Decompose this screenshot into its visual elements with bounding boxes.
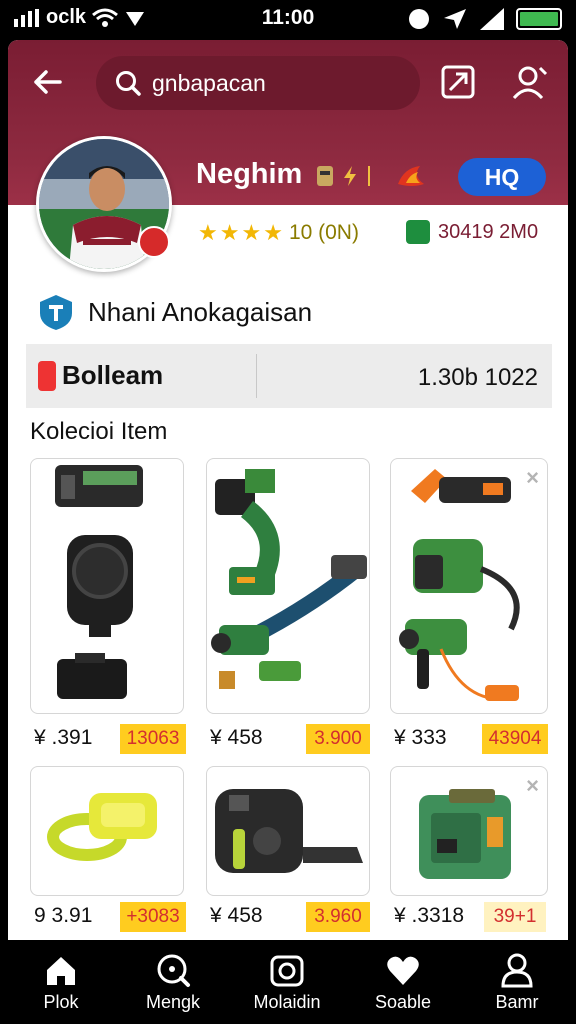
product-card[interactable]: × bbox=[390, 458, 548, 714]
status-bar: oclk 11:00 bbox=[0, 0, 576, 38]
nav-home[interactable]: Plok bbox=[6, 952, 116, 1013]
product-image bbox=[215, 789, 363, 873]
camera-icon bbox=[270, 955, 304, 987]
product-card[interactable] bbox=[30, 458, 184, 714]
shop-name: Nhani Anokagaisan bbox=[88, 296, 313, 327]
nav-favorites[interactable]: Soable bbox=[348, 952, 458, 1013]
rating-row: ★ ★ ★ ★ 10 (0N) bbox=[198, 220, 359, 246]
close-icon[interactable]: × bbox=[526, 773, 539, 799]
nav-label: Plok bbox=[43, 992, 79, 1012]
cell-signal-icon bbox=[480, 8, 504, 30]
nav-camera[interactable]: Molaidin bbox=[232, 952, 342, 1013]
status-right bbox=[408, 7, 562, 31]
bottom-nav: Plok Mengk Molaidin Soable Bamr bbox=[0, 940, 576, 1024]
product-image bbox=[211, 469, 367, 689]
shop-row[interactable]: Nhani Anokagaisan bbox=[38, 293, 312, 331]
search-bar[interactable]: gnbapacan bbox=[96, 56, 420, 110]
nav-label: Molaidin bbox=[253, 992, 321, 1012]
name-icons bbox=[316, 164, 372, 188]
product-price: 9 3.91 bbox=[34, 904, 93, 927]
nav-search[interactable]: Mengk bbox=[118, 952, 228, 1013]
price-tag: 3.900 bbox=[306, 724, 370, 754]
wallet-icon bbox=[317, 166, 333, 186]
circle-icon bbox=[409, 9, 429, 29]
hq-badge[interactable]: HQ bbox=[458, 158, 546, 196]
brand-label: Bolleam bbox=[62, 360, 164, 390]
share-icon[interactable] bbox=[440, 64, 476, 100]
section-title: Kolecioi Item bbox=[30, 418, 168, 445]
product-price: ¥ .3318 bbox=[394, 904, 465, 927]
flame-icon bbox=[398, 166, 424, 186]
person-icon bbox=[501, 953, 533, 988]
search-icon bbox=[157, 954, 190, 987]
star-icon: ★ bbox=[219, 220, 240, 245]
heart-icon bbox=[387, 956, 419, 985]
price-tag: 39+1 bbox=[484, 902, 546, 932]
avatar-badge-icon bbox=[138, 226, 170, 258]
divider bbox=[256, 354, 257, 398]
product-card[interactable]: × bbox=[390, 766, 548, 896]
follow-icon[interactable] bbox=[512, 64, 548, 100]
location-arrow-icon bbox=[444, 9, 466, 29]
sales-icon bbox=[406, 220, 430, 244]
rating-text: 10 (0N) bbox=[288, 221, 359, 244]
sales-row: 30419 2M0 bbox=[406, 220, 538, 244]
home-icon bbox=[47, 957, 75, 985]
nav-label: Soable bbox=[374, 992, 432, 1012]
product-price: ¥ 458 bbox=[210, 726, 263, 749]
product-price: ¥ 333 bbox=[394, 726, 447, 749]
product-image bbox=[55, 465, 143, 699]
app-screen: gnbapacan Neghim HQ ★ ★ ★ ★ 10 (0N) 3041… bbox=[8, 40, 568, 940]
product-card[interactable] bbox=[30, 766, 184, 896]
profile-name: Neghim bbox=[196, 158, 303, 190]
info-value: 1.30b 1022 bbox=[417, 364, 538, 391]
star-icon: ★ bbox=[241, 220, 262, 245]
nav-profile[interactable]: Bamr bbox=[462, 952, 572, 1013]
shield-icon bbox=[40, 295, 72, 330]
brand-icon bbox=[38, 360, 56, 391]
sales-text: 30419 2M0 bbox=[438, 220, 539, 243]
info-row: Bolleam 1.30b 1022 bbox=[26, 344, 552, 408]
close-icon[interactable]: × bbox=[526, 465, 539, 491]
divider-icon bbox=[368, 166, 370, 186]
product-image bbox=[399, 469, 520, 701]
search-input[interactable]: gnbapacan bbox=[152, 70, 266, 97]
star-icon: ★ bbox=[198, 220, 218, 245]
search-icon bbox=[116, 71, 141, 96]
star-icon: ★ bbox=[263, 220, 283, 245]
price-tag: 43904 bbox=[482, 724, 548, 754]
price-tag: +3083 bbox=[120, 902, 186, 932]
brand[interactable]: Bolleam bbox=[38, 360, 163, 391]
price-tag: 3.960 bbox=[306, 902, 370, 932]
back-arrow-icon[interactable] bbox=[30, 64, 66, 100]
product-price: ¥ 458 bbox=[210, 904, 263, 927]
product-image bbox=[47, 793, 157, 861]
product-card[interactable] bbox=[206, 766, 370, 896]
product-image bbox=[419, 789, 511, 879]
price-tag: 13063 bbox=[120, 724, 186, 754]
product-card[interactable] bbox=[206, 458, 370, 714]
bolt-icon bbox=[344, 166, 356, 186]
product-price: ¥ .391 bbox=[34, 726, 93, 749]
nav-label: Mengk bbox=[145, 992, 201, 1012]
nav-label: Bamr bbox=[495, 992, 539, 1012]
battery-icon bbox=[516, 8, 562, 30]
